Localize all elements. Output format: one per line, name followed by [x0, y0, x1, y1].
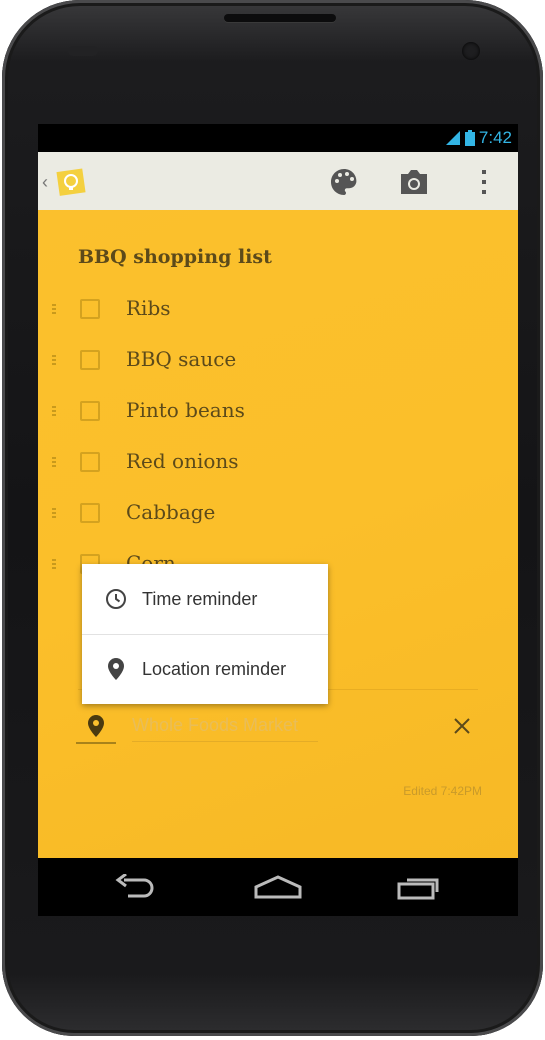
status-time: 7:42: [478, 128, 512, 147]
clear-reminder-button[interactable]: [448, 712, 476, 740]
time-reminder-option[interactable]: Time reminder: [82, 564, 328, 634]
back-button[interactable]: [106, 868, 166, 906]
drag-handle-icon[interactable]: [52, 455, 58, 469]
camera-button[interactable]: [396, 164, 432, 200]
checkbox[interactable]: [80, 503, 100, 523]
note-title[interactable]: BBQ shopping list: [78, 246, 272, 268]
list-item[interactable]: Red onions: [38, 443, 518, 483]
list-item-label[interactable]: Ribs: [126, 296, 171, 320]
drag-handle-icon[interactable]: [52, 557, 58, 571]
checkbox[interactable]: [80, 299, 100, 319]
keep-app-icon[interactable]: [56, 166, 88, 198]
more-vertical-icon: [482, 170, 486, 194]
navigation-bar: [38, 858, 518, 916]
action-bar: ‹: [38, 152, 518, 210]
drag-handle-icon[interactable]: [52, 353, 58, 367]
location-reminder-row: Whole Foods Market: [76, 706, 488, 746]
location-reminder-label: Location reminder: [142, 658, 287, 679]
list-item[interactable]: Pinto beans: [38, 392, 518, 432]
recent-apps-icon: [397, 878, 439, 900]
checkbox[interactable]: [80, 350, 100, 370]
palette-icon: [331, 169, 357, 195]
drag-handle-icon[interactable]: [52, 506, 58, 520]
recent-apps-button[interactable]: [390, 868, 450, 906]
location-input[interactable]: Whole Foods Market: [132, 706, 318, 742]
home-button[interactable]: [248, 868, 308, 906]
drag-handle-icon[interactable]: [52, 302, 58, 316]
front-camera: [462, 42, 480, 60]
note-body: BBQ shopping list Ribs BBQ sauce Pinto b…: [38, 210, 518, 858]
up-caret-icon[interactable]: ‹: [42, 172, 48, 193]
location-reminder-option[interactable]: Location reminder: [82, 634, 328, 704]
close-icon: [454, 718, 470, 734]
location-pin-button[interactable]: [76, 710, 116, 744]
location-pin-icon: [88, 715, 104, 737]
edited-timestamp: Edited 7:42PM: [403, 784, 482, 798]
battery-icon: [464, 130, 475, 146]
overflow-menu-button[interactable]: [466, 164, 502, 200]
proximity-sensor: [68, 46, 98, 56]
palette-button[interactable]: [326, 164, 362, 200]
clock-icon: [104, 587, 128, 611]
signal-icon: [445, 131, 460, 145]
time-reminder-label: Time reminder: [142, 588, 258, 609]
reminder-type-menu: Time reminder Location reminder: [82, 564, 328, 704]
earpiece-speaker: [224, 14, 336, 22]
list-item-label[interactable]: Cabbage: [126, 500, 215, 524]
home-icon: [254, 875, 302, 899]
list-item[interactable]: Ribs: [38, 290, 518, 330]
camera-icon: [401, 170, 427, 194]
screen: 7:42 ‹ BBQ shopping list Ribs BBQ sauce …: [38, 124, 518, 916]
location-pin-icon: [104, 657, 128, 681]
checkbox[interactable]: [80, 401, 100, 421]
drag-handle-icon[interactable]: [52, 404, 58, 418]
list-item-label[interactable]: BBQ sauce: [126, 347, 236, 371]
back-icon: [115, 874, 154, 898]
list-item-label[interactable]: Pinto beans: [126, 398, 245, 422]
list-item[interactable]: Cabbage: [38, 494, 518, 534]
status-bar: 7:42: [38, 124, 518, 152]
list-item[interactable]: BBQ sauce: [38, 341, 518, 381]
list-item-label[interactable]: Red onions: [126, 449, 239, 473]
checkbox[interactable]: [80, 452, 100, 472]
